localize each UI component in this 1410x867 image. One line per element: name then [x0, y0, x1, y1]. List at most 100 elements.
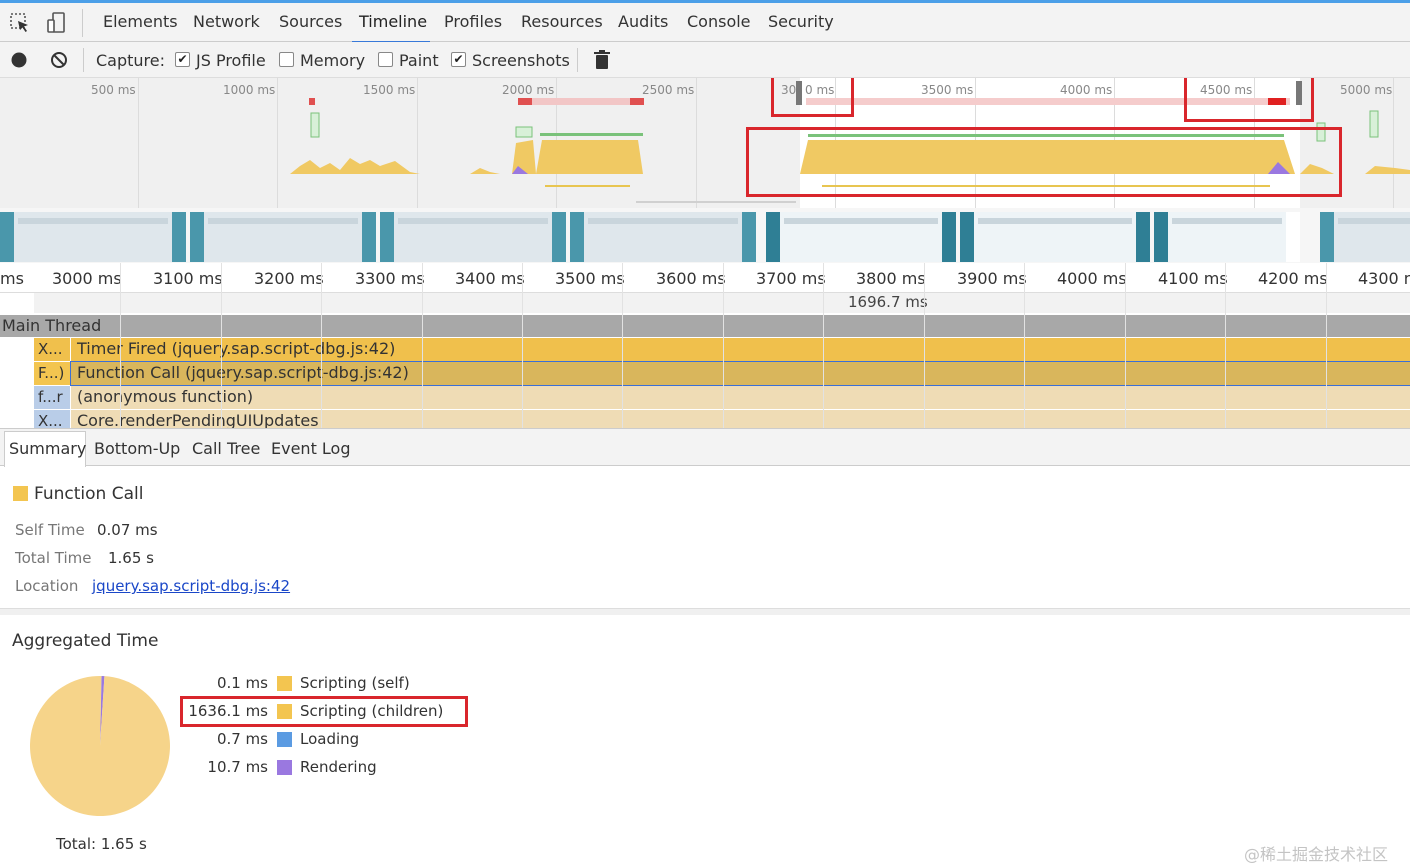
js-profile-label: JS Profile [196, 51, 266, 70]
ruler-tick: 3900 ms [957, 269, 1027, 288]
timeline-overview[interactable]: 500 ms 1000 ms 1500 ms 2000 ms 2500 ms 3… [0, 78, 1410, 208]
memory-label: Memory [300, 51, 366, 70]
ruler-gridline [422, 263, 423, 428]
screenshot-frame[interactable] [1320, 212, 1410, 262]
flame-event[interactable]: Core.renderPendingUIUpdates [71, 410, 1410, 428]
flame-row-timer-fired[interactable]: X... Timer Fired (jquery.sap.script-dbg.… [34, 338, 1410, 361]
trash-icon[interactable] [594, 50, 610, 70]
function-call-swatch [13, 486, 28, 501]
screenshots-checkbox[interactable]: ✔ [451, 52, 466, 67]
ruler-gridline [622, 263, 623, 428]
screenshot-frame[interactable] [1154, 212, 1300, 262]
ruler-tick: 3300 ms [355, 269, 425, 288]
toolbar-divider [82, 9, 83, 37]
flame-event-short[interactable]: F...) [34, 362, 70, 385]
record-icon[interactable] [10, 51, 28, 69]
flame-row-function-call[interactable]: F...) Function Call (jquery.sap.script-d… [34, 361, 1410, 386]
flame-event[interactable]: Timer Fired (jquery.sap.script-dbg.js:42… [71, 338, 1410, 361]
screenshot-frame[interactable] [0, 212, 186, 262]
screenshot-frame[interactable] [960, 212, 1150, 262]
ruler-gridline [1024, 263, 1025, 428]
flame-event-selected[interactable]: Function Call (jquery.sap.script-dbg.js:… [70, 361, 1410, 386]
ruler-gridline [120, 263, 121, 428]
total-time-label: Total Time [15, 549, 92, 567]
ruler-tick: 3600 ms [656, 269, 726, 288]
self-time-label: Self Time [15, 521, 85, 539]
loading-swatch [277, 732, 292, 747]
tab-profiles[interactable]: Profiles [444, 12, 502, 31]
tab-security[interactable]: Security [768, 12, 834, 31]
inspect-element-icon[interactable] [8, 11, 32, 35]
legend-value: 0.7 ms [216, 730, 268, 748]
device-mode-icon[interactable] [44, 11, 68, 35]
capture-label: Capture: [96, 51, 166, 70]
js-profile-checkbox[interactable]: ✔ [175, 52, 190, 67]
selection-duration-bar [34, 293, 1410, 313]
ruler-gridline [823, 263, 824, 428]
flame-event[interactable]: (anonymous function) [71, 386, 1410, 409]
screenshot-frame[interactable] [766, 212, 956, 262]
time-ruler: ms 3000 ms 3100 ms 3200 ms 3300 ms 3400 … [0, 263, 1410, 293]
highlight-box [1184, 78, 1314, 122]
tab-timeline[interactable]: Timeline [359, 12, 427, 31]
tab-bottom-up[interactable]: Bottom-Up [94, 439, 180, 458]
paint-checkbox[interactable] [378, 52, 393, 67]
flame-row-render-pending[interactable]: X... Core.renderPendingUIUpdates [34, 410, 1410, 428]
ruler-gridline [1326, 263, 1327, 428]
ruler-gridline [522, 263, 523, 428]
toolbar-divider [83, 48, 84, 72]
tab-summary[interactable]: Summary [9, 439, 86, 458]
ruler-tick: 3100 ms [153, 269, 223, 288]
flame-event-short[interactable]: X... [34, 410, 70, 428]
flame-event-short[interactable]: X... [34, 338, 70, 361]
legend-label: Scripting (self) [300, 674, 410, 692]
ruler-tick: ms [0, 269, 24, 288]
legend-label: Rendering [300, 758, 377, 776]
selection-duration: 1696.7 ms [848, 293, 928, 311]
legend-value: 0.1 ms [216, 674, 268, 692]
main-thread-header[interactable]: Main Thread [0, 315, 1410, 337]
tab-console[interactable]: Console [687, 12, 751, 31]
ruler-tick: 3800 ms [856, 269, 926, 288]
highlight-box [746, 127, 1342, 197]
flame-event-short[interactable]: f...r [34, 386, 70, 409]
tab-elements[interactable]: Elements [103, 12, 178, 31]
ruler-tick: 4300 ms [1358, 269, 1410, 288]
aggregated-time-title: Aggregated Time [12, 631, 159, 651]
screenshot-frame[interactable] [190, 212, 376, 262]
clear-icon[interactable] [50, 51, 68, 69]
tab-call-tree[interactable]: Call Tree [192, 439, 260, 458]
flame-row-anonymous-function[interactable]: f...r (anonymous function) [34, 386, 1410, 409]
aggregated-total: Total: 1.65 s [56, 835, 147, 853]
location-label: Location [15, 577, 79, 595]
screenshot-frame[interactable] [380, 212, 566, 262]
location-link[interactable]: jquery.sap.script-dbg.js:42 [92, 577, 290, 595]
screenshot-filmstrip[interactable] [0, 208, 1410, 263]
ruler-gridline [924, 263, 925, 428]
ruler-gridline [723, 263, 724, 428]
tab-event-log[interactable]: Event Log [271, 439, 351, 458]
pie-slice-scripting [30, 676, 171, 816]
section-divider [0, 608, 1410, 615]
screenshot-frame[interactable] [570, 212, 756, 262]
scripting-self-swatch [277, 676, 292, 691]
ruler-tick: 4100 ms [1158, 269, 1228, 288]
memory-checkbox[interactable] [279, 52, 294, 67]
legend-label: Loading [300, 730, 360, 748]
ruler-tick: 3200 ms [254, 269, 324, 288]
tab-audits[interactable]: Audits [618, 12, 668, 31]
devtools-tab-bar: Elements Network Sources Timeline Profil… [0, 0, 1410, 44]
ruler-gridline [1125, 263, 1126, 428]
paint-label: Paint [399, 51, 439, 70]
tab-network[interactable]: Network [193, 12, 260, 31]
summary-title: Function Call [34, 484, 144, 504]
ruler-gridline [221, 263, 222, 428]
ruler-tick: 3700 ms [756, 269, 826, 288]
ruler-tick: 3500 ms [555, 269, 625, 288]
total-time-value: 1.65 s [108, 549, 154, 567]
tab-resources[interactable]: Resources [521, 12, 603, 31]
tab-sources[interactable]: Sources [279, 12, 342, 31]
highlight-box [180, 696, 468, 727]
ruler-tick: 3400 ms [455, 269, 525, 288]
capture-toolbar: Capture: ✔ JS Profile Memory Paint ✔ Scr… [0, 42, 1410, 78]
